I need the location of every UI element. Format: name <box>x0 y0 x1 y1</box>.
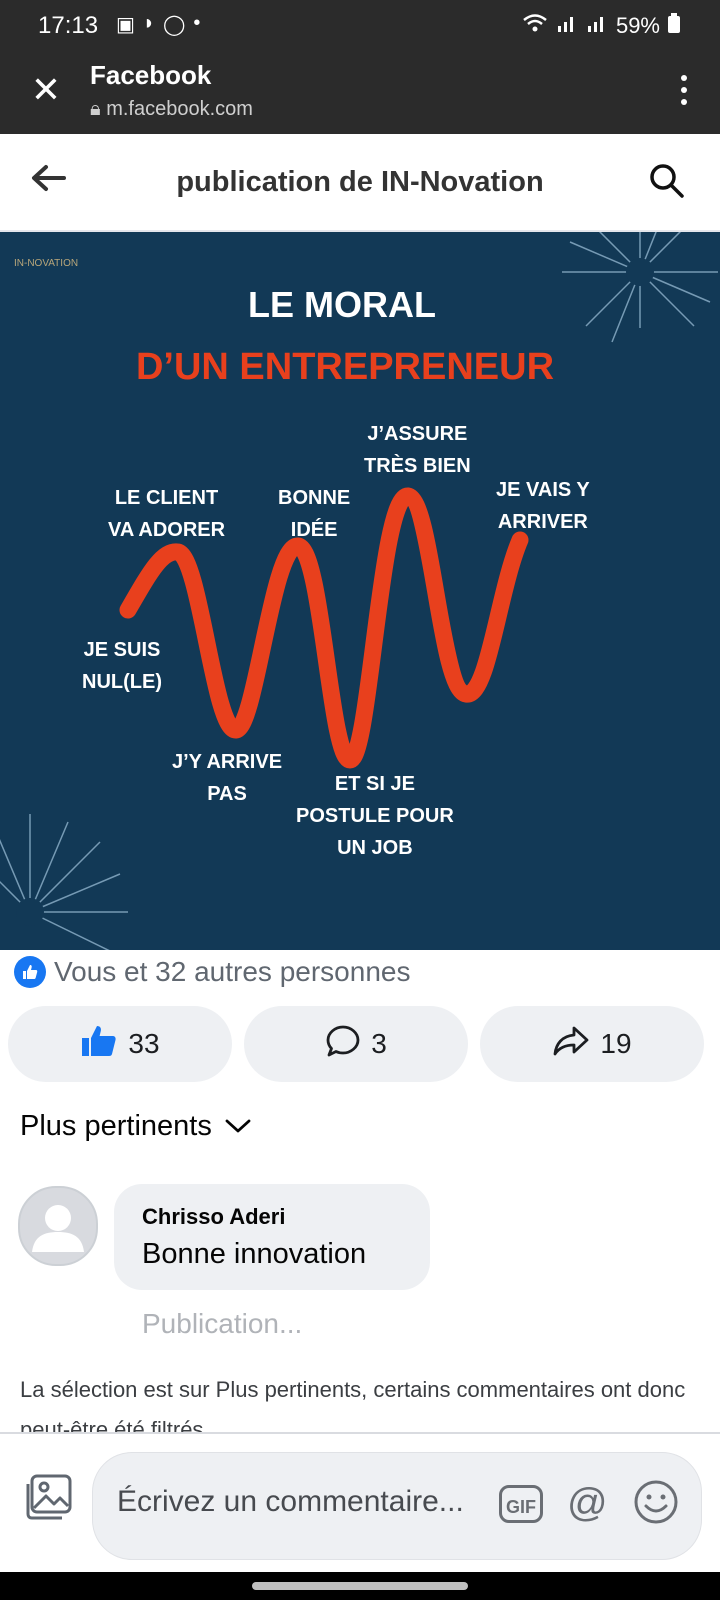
comment-sort-dropdown[interactable]: Plus pertinents <box>20 1110 252 1143</box>
label-jassure: J’ASSURE TRÈS BIEN <box>364 423 471 477</box>
post-image[interactable]: IN-NOVATION LE MORAL D’UN ENTREPRENEUR L… <box>0 232 720 950</box>
browser-bar: ✕ Facebook 🔒︎ m.facebook.com <box>0 52 720 134</box>
browser-url: 🔒︎ m.facebook.com <box>90 98 253 121</box>
close-icon[interactable]: ✕ <box>28 72 64 108</box>
action-bar: 33 3 19 <box>8 1006 712 1082</box>
comment-posting-status: Publication... <box>142 1308 303 1339</box>
battery-icon <box>668 13 680 39</box>
label-bonne-idee: BONNE IDÉE <box>278 487 351 541</box>
comment-author[interactable]: Chrisso Aderi <box>142 1204 285 1230</box>
photo-icon[interactable] <box>24 1474 72 1525</box>
label-le-client: LE CLIENT VA ADORER <box>108 487 226 541</box>
like-button[interactable]: 33 <box>8 1006 232 1082</box>
share-icon <box>552 1025 590 1064</box>
lock-icon: 🔒︎ <box>90 98 101 120</box>
gif-button[interactable]: GIF <box>499 1485 543 1523</box>
sort-label: Plus pertinents <box>20 1110 212 1142</box>
page-title: publication de IN-Novation <box>176 166 544 198</box>
whatsapp-icon: ◯ <box>163 14 186 36</box>
comment-composer: Écrivez un commentaire... GIF @ <box>0 1432 720 1574</box>
label-et-si: ET SI JE POSTULE POUR UN JOB <box>296 773 454 859</box>
home-gesture-handle[interactable] <box>252 1582 468 1590</box>
post-header: publication de IN-Novation <box>0 134 720 232</box>
more-menu-icon[interactable] <box>678 72 690 112</box>
emoji-icon[interactable] <box>633 1479 679 1530</box>
signal-icon <box>556 12 578 40</box>
signal-icon <box>586 12 608 40</box>
url-text: m.facebook.com <box>106 98 253 120</box>
status-time: 17:13 <box>38 12 99 39</box>
status-bar: 17:13 ▣ ◗ ◯ • 59% <box>0 0 720 52</box>
comment-bubble[interactable]: Chrisso Aderi Bonne innovation <box>114 1184 430 1290</box>
label-je-vais: JE VAIS Y ARRIVER <box>496 479 590 533</box>
battery-percent: 59% <box>615 13 660 38</box>
thumbs-up-icon <box>80 1024 118 1065</box>
share-button[interactable]: 19 <box>480 1006 704 1082</box>
share-count: 19 <box>600 1028 632 1059</box>
dot-icon: • <box>193 12 201 34</box>
label-jy-arrive-pas: J’Y ARRIVE PAS <box>172 751 283 805</box>
comment-text: Bonne innovation <box>142 1238 367 1270</box>
comment-input[interactable]: Écrivez un commentaire... GIF @ <box>92 1452 702 1560</box>
like-count: 33 <box>128 1028 160 1059</box>
comment-button[interactable]: 3 <box>244 1006 468 1082</box>
browser-title: Facebook <box>90 60 212 90</box>
comment-input-placeholder: Écrivez un commentaire... <box>117 1485 464 1518</box>
cast-icon: ◗ <box>142 12 155 34</box>
comment-icon <box>325 1024 361 1065</box>
system-nav-bar <box>0 1572 720 1600</box>
search-icon[interactable] <box>648 162 686 205</box>
like-icon <box>14 956 46 988</box>
gallery-icon: ▣ <box>116 14 135 36</box>
wifi-icon <box>522 12 548 40</box>
status-right: 59% <box>522 12 680 40</box>
status-left-icons: ▣ ◗ ◯ • <box>116 12 200 37</box>
chevron-down-icon <box>224 1110 252 1143</box>
mention-button[interactable]: @ <box>567 1481 608 1525</box>
filter-notice: La sélection est sur Plus pertinents, ce… <box>20 1377 686 1432</box>
comment-count: 3 <box>371 1028 387 1059</box>
avatar[interactable] <box>18 1186 98 1266</box>
label-je-suis-nul: JE SUIS NUL(LE) <box>82 639 162 693</box>
reactions-text: Vous et 32 autres personnes <box>54 956 411 987</box>
user-silhouette-icon <box>32 1205 84 1252</box>
reactions-summary[interactable]: Vous et 32 autres personnes <box>14 956 410 988</box>
